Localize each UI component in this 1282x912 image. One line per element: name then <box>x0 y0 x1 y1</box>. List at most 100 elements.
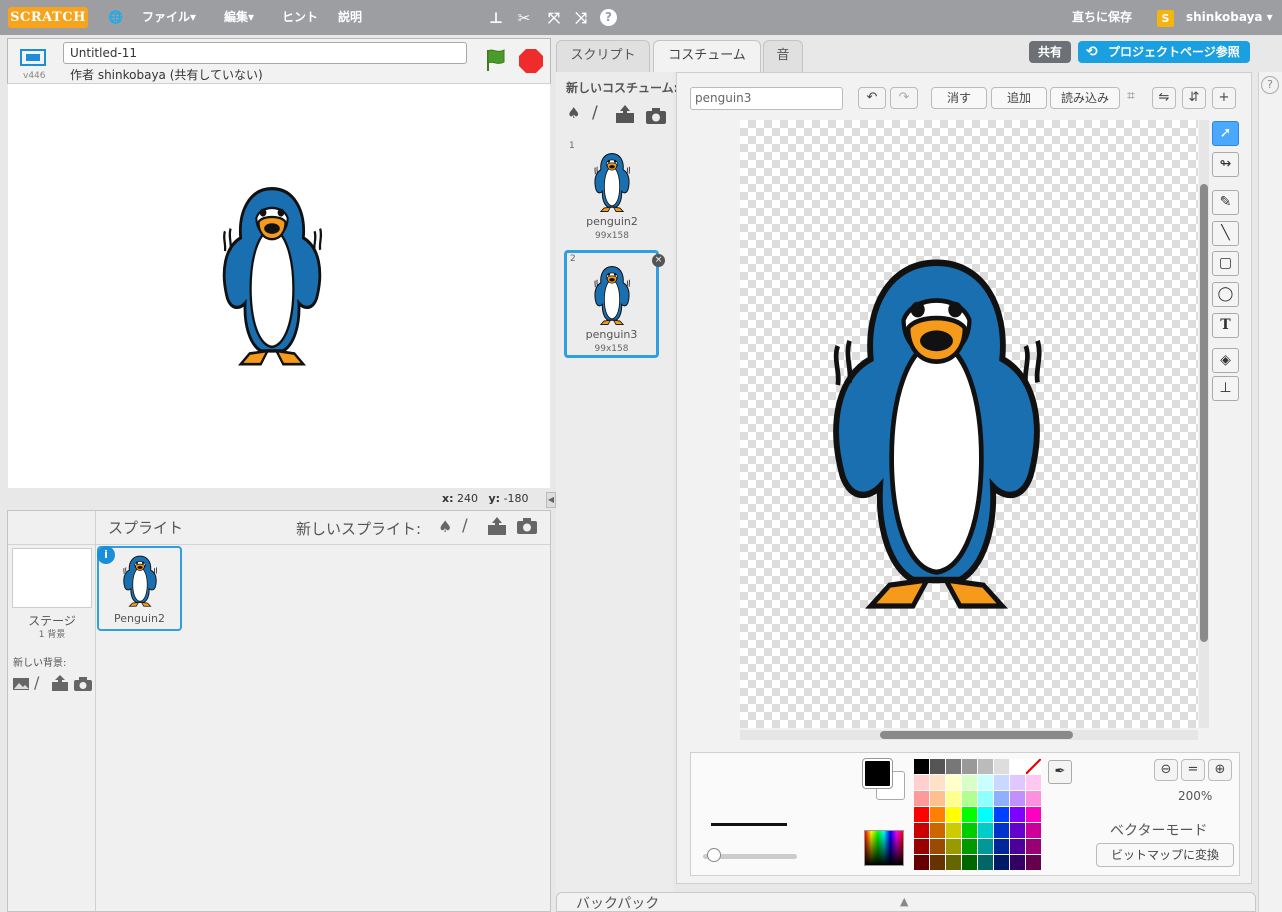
penguin-sprite-on-stage[interactable] <box>8 84 550 488</box>
palette-swatch[interactable] <box>994 775 1009 790</box>
scratch-logo[interactable]: SCRATCH <box>8 7 88 28</box>
palette-swatch[interactable] <box>946 823 961 838</box>
costume-tile-1[interactable]: 1 penguin2 99x158 <box>566 140 658 244</box>
cut-scissors-icon[interactable]: ✂ <box>515 9 533 27</box>
palette-swatch[interactable] <box>914 759 929 774</box>
help-question-icon[interactable]: ? <box>1261 76 1279 94</box>
palette-swatch[interactable] <box>978 823 993 838</box>
palette-swatch[interactable] <box>946 839 961 854</box>
palette-swatch[interactable] <box>1010 855 1025 870</box>
user-avatar[interactable]: S <box>1157 10 1174 27</box>
palette-swatch[interactable] <box>930 839 945 854</box>
convert-to-bitmap-button[interactable]: ビットマップに変換 <box>1096 843 1234 867</box>
palette-swatch[interactable] <box>994 759 1009 774</box>
camera-sprite-icon[interactable] <box>516 517 538 535</box>
backpack-expand-icon[interactable]: ▲ <box>900 895 908 908</box>
palette-swatch[interactable] <box>962 855 977 870</box>
palette-swatch[interactable] <box>930 807 945 822</box>
camera-backdrop-icon[interactable] <box>73 676 93 692</box>
vertical-scroll-thumb[interactable] <box>1200 184 1208 642</box>
stamp-tool-icon[interactable]: ⊥ <box>1212 376 1239 401</box>
palette-swatch[interactable] <box>978 855 993 870</box>
palette-swatch[interactable] <box>930 855 945 870</box>
palette-swatch[interactable] <box>930 775 945 790</box>
undo-icon[interactable]: ↶ <box>858 87 886 109</box>
paint-backdrop-icon[interactable]: / <box>34 673 39 692</box>
globe-icon[interactable]: 🌐 <box>108 0 123 35</box>
palette-swatch[interactable] <box>946 807 961 822</box>
menu-edit[interactable]: 編集▾ <box>224 0 254 35</box>
palette-swatch[interactable] <box>994 807 1009 822</box>
palette-swatch[interactable] <box>1010 839 1025 854</box>
tab-scripts[interactable]: スクリプト <box>556 40 650 72</box>
zoom-out-icon[interactable]: ⊖ <box>1154 759 1178 781</box>
eyedropper-icon[interactable]: ✒ <box>1048 760 1072 784</box>
flip-horizontal-icon[interactable]: ⇋ <box>1152 87 1176 109</box>
project-page-button[interactable]: ⟲ プロジェクトページ参照 <box>1078 41 1250 63</box>
palette-swatch[interactable] <box>994 823 1009 838</box>
redo-icon[interactable]: ↷ <box>890 87 918 109</box>
palette-swatch[interactable] <box>962 839 977 854</box>
paint-new-sprite-icon[interactable]: / <box>462 516 468 536</box>
stage-collapse-toggle[interactable]: ◀ <box>546 492 556 508</box>
upload-backdrop-icon[interactable] <box>50 674 70 692</box>
costume-tile-2[interactable]: 2 penguin3 99x158 <box>564 250 659 358</box>
reshape-tool-icon[interactable]: ↬ <box>1212 152 1239 177</box>
help-icon[interactable]: ? <box>600 9 617 26</box>
palette-swatch[interactable] <box>1010 807 1025 822</box>
paint-new-costume-icon[interactable]: / <box>592 103 598 123</box>
line-tool-icon[interactable]: ╲ <box>1212 221 1239 246</box>
canvas-horizontal-scrollbar[interactable] <box>740 730 1198 740</box>
palette-swatch[interactable] <box>978 759 993 774</box>
text-tool-icon[interactable]: T <box>1212 313 1239 338</box>
crop-icon[interactable]: ⌗ <box>1127 88 1135 104</box>
project-title-input[interactable]: Untitled-11 <box>63 42 467 64</box>
upload-sprite-icon[interactable] <box>486 516 508 536</box>
palette-swatch[interactable] <box>946 791 961 806</box>
stop-icon[interactable] <box>518 48 544 74</box>
canvas-vertical-scrollbar[interactable] <box>1199 120 1209 728</box>
palette-swatch[interactable] <box>914 855 929 870</box>
palette-swatch[interactable] <box>978 839 993 854</box>
palette-swatch[interactable] <box>946 775 961 790</box>
drawing-canvas[interactable] <box>740 120 1198 728</box>
palette-swatch[interactable] <box>962 759 977 774</box>
palette-swatch[interactable] <box>1026 791 1041 806</box>
user-menu[interactable]: shinkobaya ▾ <box>1186 0 1273 35</box>
costume-name-input[interactable]: penguin3 <box>690 87 843 110</box>
presentation-mode-icon[interactable] <box>18 46 48 68</box>
share-button[interactable]: 共有 <box>1029 41 1071 63</box>
palette-swatch[interactable] <box>914 823 929 838</box>
palette-swatch[interactable] <box>962 775 977 790</box>
upload-costume-icon[interactable] <box>614 104 636 124</box>
palette-swatch[interactable] <box>962 823 977 838</box>
delete-costume-icon[interactable]: × <box>652 254 665 267</box>
flip-vertical-icon[interactable]: ⇵ <box>1182 87 1206 109</box>
ellipse-tool-icon[interactable]: ◯ <box>1212 282 1239 307</box>
palette-swatch[interactable] <box>962 807 977 822</box>
palette-swatch[interactable] <box>1026 823 1041 838</box>
tab-sounds[interactable]: 音 <box>763 40 803 72</box>
zoom-reset-icon[interactable]: = <box>1181 759 1205 781</box>
palette-swatch[interactable] <box>1026 855 1041 870</box>
shrink-icon[interactable]: ⤨ <box>572 9 590 27</box>
rectangle-tool-icon[interactable]: ▢ <box>1212 251 1239 276</box>
palette-swatch[interactable] <box>946 855 961 870</box>
palette-swatch[interactable] <box>1010 759 1025 774</box>
menu-file[interactable]: ファイル▾ <box>142 0 196 35</box>
palette-swatch[interactable] <box>978 775 993 790</box>
palette-swatch[interactable] <box>994 791 1009 806</box>
palette-swatch[interactable] <box>962 791 977 806</box>
palette-swatch[interactable] <box>1026 839 1041 854</box>
fill-bucket-icon[interactable]: ◈ <box>1212 348 1239 373</box>
palette-swatch[interactable] <box>978 791 993 806</box>
tab-costumes[interactable]: コスチューム <box>653 40 761 72</box>
transparent-swatch[interactable] <box>1026 759 1041 774</box>
save-now-link[interactable]: 直ちに保存 <box>1072 0 1132 35</box>
palette-swatch[interactable] <box>914 807 929 822</box>
primary-color-swatch[interactable] <box>862 758 893 789</box>
stage-thumbnail[interactable] <box>12 548 92 608</box>
palette-swatch[interactable] <box>1010 823 1025 838</box>
palette-swatch[interactable] <box>914 791 929 806</box>
grow-icon[interactable]: ⤧ <box>545 9 563 27</box>
